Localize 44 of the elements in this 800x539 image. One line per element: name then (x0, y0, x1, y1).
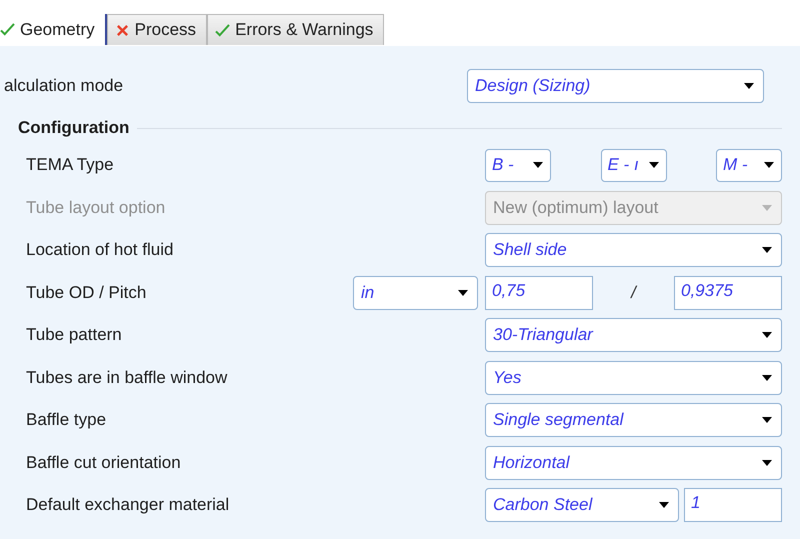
separator-text: / (631, 282, 636, 303)
dropdown[interactable]: E - ı (600, 148, 666, 182)
dropdown-arrow-icon (762, 332, 772, 338)
dropdown-arrow-icon (744, 83, 754, 89)
input-field[interactable]: 0,9375 (674, 276, 782, 310)
dropdown-arrow-icon (659, 502, 669, 508)
dropdown-arrow-icon (762, 374, 772, 381)
dropdown-arrow-icon (648, 162, 658, 168)
dropdown[interactable]: Carbon Steel (485, 488, 679, 522)
field-label: Tubes are in baffle window (26, 368, 228, 388)
field-label: Baffle cut orientation (26, 452, 182, 473)
field-label: alculation mode (4, 76, 124, 96)
dropdown-arrow-icon (762, 417, 772, 424)
field-label: TEMA Type (26, 155, 115, 176)
check-icon (215, 24, 230, 36)
dropdown[interactable]: in (353, 276, 478, 310)
tab[interactable]: Geometry (0, 14, 107, 45)
input-field[interactable]: 1 (684, 488, 782, 522)
dropdown[interactable]: B - (485, 148, 551, 182)
tab[interactable]: Process (106, 14, 208, 45)
dropdown-arrow-icon (458, 290, 468, 296)
field-label: Tube OD / Pitch (26, 282, 148, 303)
dropdown-arrow-icon (762, 247, 772, 254)
dropdown[interactable]: Single segmental (485, 403, 782, 438)
input-field[interactable]: 0,75 (485, 276, 593, 310)
dropdown-arrow-icon (762, 460, 772, 466)
section-title: Configuration (18, 118, 130, 138)
field-label: Baffle type (26, 410, 108, 430)
dropdown[interactable]: Horizontal (485, 446, 782, 480)
field-label: Default exchanger material (26, 495, 230, 516)
dropdown[interactable]: Yes (485, 360, 782, 395)
close-icon (114, 24, 130, 36)
dropdown-arrow-icon (762, 204, 772, 211)
field-label: Tube pattern (26, 325, 123, 346)
dropdown[interactable]: M - (716, 148, 782, 182)
dropdown-arrow-icon (533, 162, 543, 168)
dropdown[interactable]: Design (Sizing) (467, 69, 764, 103)
dropdown[interactable]: 30-Triangular (485, 318, 782, 352)
dropdown-arrow-icon (764, 162, 774, 168)
dropdown[interactable]: Shell side (485, 233, 782, 268)
check-icon (0, 23, 15, 36)
field-label: Location of hot fluid (26, 240, 174, 260)
field-label: Tube layout option (26, 198, 166, 218)
tab[interactable]: Errors & Warnings (207, 14, 384, 45)
